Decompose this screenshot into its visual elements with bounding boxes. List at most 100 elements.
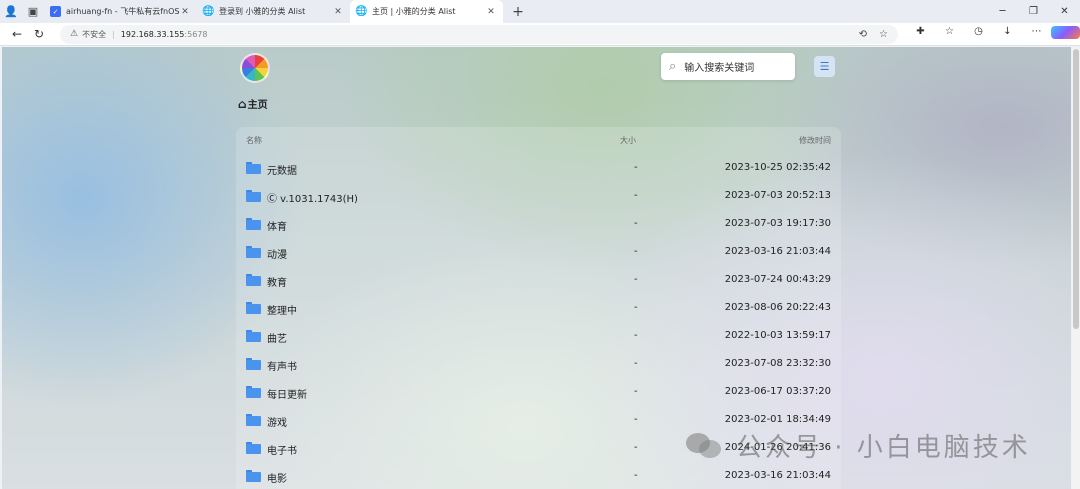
warning-icon[interactable]: ⚠ <box>70 29 78 39</box>
file-name[interactable]: 动漫 <box>267 246 287 261</box>
file-name[interactable]: 电影 <box>267 470 287 485</box>
fnos-icon: ✓ <box>50 6 61 17</box>
scrollbar-thumb[interactable] <box>1073 49 1079 329</box>
alist-logo[interactable] <box>240 53 270 83</box>
file-row[interactable]: Ⓒ v.1031.1743(H) - 2023-07-03 20:52:13 <box>236 183 841 211</box>
file-name[interactable]: 体育 <box>267 218 287 233</box>
file-row[interactable]: 动漫 - 2023-03-16 21:03:44 <box>236 239 841 267</box>
folder-icon <box>246 274 261 286</box>
file-row[interactable]: 整理中 - 2023-08-06 20:22:43 <box>236 295 841 323</box>
file-size: - <box>634 302 638 313</box>
browser-tab-strip: 👤 ▣ ✓ airhuang-fn - 飞牛私有云fnOS ✕ 🌐 登录到 小雅… <box>0 0 1080 23</box>
divider: | <box>112 29 115 39</box>
file-size: - <box>634 414 638 425</box>
sidebar-toggle-icon[interactable]: ▣ <box>22 1 44 23</box>
file-name[interactable]: 整理中 <box>267 302 297 317</box>
tab-fnos[interactable]: ✓ airhuang-fn - 飞牛私有云fnOS ✕ <box>44 0 197 23</box>
address-bar[interactable]: ⚠ 不安全 | 192.168.33.155:5678 ⟲ ☆ <box>60 24 898 44</box>
back-icon[interactable]: ← <box>6 27 28 41</box>
copilot-icon[interactable] <box>1051 26 1080 42</box>
folder-icon <box>246 162 261 174</box>
folder-icon <box>246 386 261 398</box>
file-name[interactable]: 游戏 <box>267 414 287 429</box>
file-modified: 2023-08-06 20:22:43 <box>724 302 831 313</box>
file-modified: 2023-06-17 03:37:20 <box>724 386 831 397</box>
file-modified: 2023-02-01 18:34:49 <box>724 414 831 425</box>
folder-icon <box>246 442 261 454</box>
file-size: - <box>634 358 638 369</box>
list-icon: ☰ <box>819 60 830 73</box>
globe-icon: 🌐 <box>355 6 368 17</box>
tab-alist-home[interactable]: 🌐 主页 | 小雅的分类 Alist ✕ <box>350 0 503 23</box>
browser-toolbar: ← ↻ ⚠ 不安全 | 192.168.33.155:5678 ⟲ ☆ ✚ ☆ … <box>0 23 1080 46</box>
file-size: - <box>634 470 638 481</box>
file-modified: 2023-07-03 20:52:13 <box>724 190 831 201</box>
tab-close-icon[interactable]: ✕ <box>485 7 497 17</box>
file-name[interactable]: 电子书 <box>267 442 297 457</box>
search-input[interactable]: ⌕ 输入搜索关键词 <box>661 53 795 80</box>
favorite-star-icon[interactable]: ☆ <box>879 29 888 40</box>
file-row[interactable]: 每日更新 - 2023-06-17 03:37:20 <box>236 379 841 407</box>
refresh-icon[interactable]: ↻ <box>28 27 50 41</box>
download-icon[interactable]: ↓ <box>993 26 1022 42</box>
folder-icon <box>246 414 261 426</box>
file-modified: 2023-10-25 02:35:42 <box>724 162 831 173</box>
list-view-toggle[interactable]: ☰ <box>814 56 835 77</box>
file-name[interactable]: 元数据 <box>267 162 297 177</box>
folder-icon <box>246 190 261 202</box>
restore-icon[interactable]: ❐ <box>1018 6 1049 17</box>
file-size: - <box>634 162 638 173</box>
search-icon: ⌕ <box>669 59 677 74</box>
extensions-icon[interactable]: ✚ <box>906 26 935 42</box>
file-size: - <box>634 442 638 453</box>
globe-icon: 🌐 <box>202 6 215 17</box>
translate-icon[interactable]: ⟲ <box>859 29 867 40</box>
folder-icon <box>246 246 261 258</box>
file-row[interactable]: 电影 - 2023-03-16 21:03:44 <box>236 463 841 489</box>
file-modified: 2023-07-03 19:17:30 <box>724 218 831 229</box>
tab-alist-login[interactable]: 🌐 登录到 小雅的分类 Alist ✕ <box>197 0 350 23</box>
history-icon[interactable]: ◷ <box>964 26 993 42</box>
file-modified: 2023-03-16 21:03:44 <box>724 470 831 481</box>
column-modified[interactable]: 修改时间 <box>799 135 831 146</box>
tab-close-icon[interactable]: ✕ <box>179 7 191 17</box>
profile-icon[interactable]: 👤 <box>0 1 22 23</box>
folder-icon <box>246 330 261 342</box>
file-modified: 2023-03-16 21:03:44 <box>724 246 831 257</box>
watermark: 公众号 · 小白电脑技术 <box>686 427 1031 464</box>
file-size: - <box>634 330 638 341</box>
file-row[interactable]: 元数据 - 2023-10-25 02:35:42 <box>236 155 841 183</box>
more-icon[interactable]: ⋯ <box>1022 26 1051 42</box>
home-icon: ⌂ <box>238 96 247 111</box>
file-modified: 2023-07-08 23:32:30 <box>724 358 831 369</box>
close-window-icon[interactable]: ✕ <box>1049 6 1080 17</box>
wechat-icon <box>686 431 724 461</box>
file-row[interactable]: 教育 - 2023-07-24 00:43:29 <box>236 267 841 295</box>
column-name[interactable]: 名称 <box>246 135 262 146</box>
file-name[interactable]: 每日更新 <box>267 386 307 401</box>
scrollbar[interactable] <box>1072 47 1080 489</box>
file-name[interactable]: Ⓒ v.1031.1743(H) <box>267 190 358 205</box>
search-placeholder: 输入搜索关键词 <box>684 63 755 74</box>
favorites-icon[interactable]: ☆ <box>935 26 964 42</box>
security-label[interactable]: 不安全 <box>82 29 106 40</box>
file-size: - <box>634 190 638 201</box>
file-row[interactable]: 体育 - 2023-07-03 19:17:30 <box>236 211 841 239</box>
file-name[interactable]: 有声书 <box>267 358 297 373</box>
url-host: 192.168.33.155 <box>120 29 185 39</box>
new-tab-button[interactable]: + <box>507 4 529 20</box>
file-name[interactable]: 曲艺 <box>267 330 287 345</box>
file-row[interactable]: 曲艺 - 2022-10-03 13:59:17 <box>236 323 841 351</box>
tab-close-icon[interactable]: ✕ <box>332 7 344 17</box>
page-viewport: ⌕ 输入搜索关键词 ☰ ⌂ 主页 名称 大小 修改时间 元数据 - 2023-1… <box>2 47 1071 489</box>
breadcrumb-home[interactable]: 主页 <box>248 96 268 111</box>
column-size[interactable]: 大小 <box>620 135 636 146</box>
file-name[interactable]: 教育 <box>267 274 287 289</box>
file-size: - <box>634 274 638 285</box>
file-size: - <box>634 218 638 229</box>
breadcrumb[interactable]: ⌂ 主页 <box>238 96 268 112</box>
minimize-icon[interactable]: ─ <box>987 6 1018 17</box>
file-row[interactable]: 有声书 - 2023-07-08 23:32:30 <box>236 351 841 379</box>
file-size: - <box>634 246 638 257</box>
folder-icon <box>246 358 261 370</box>
